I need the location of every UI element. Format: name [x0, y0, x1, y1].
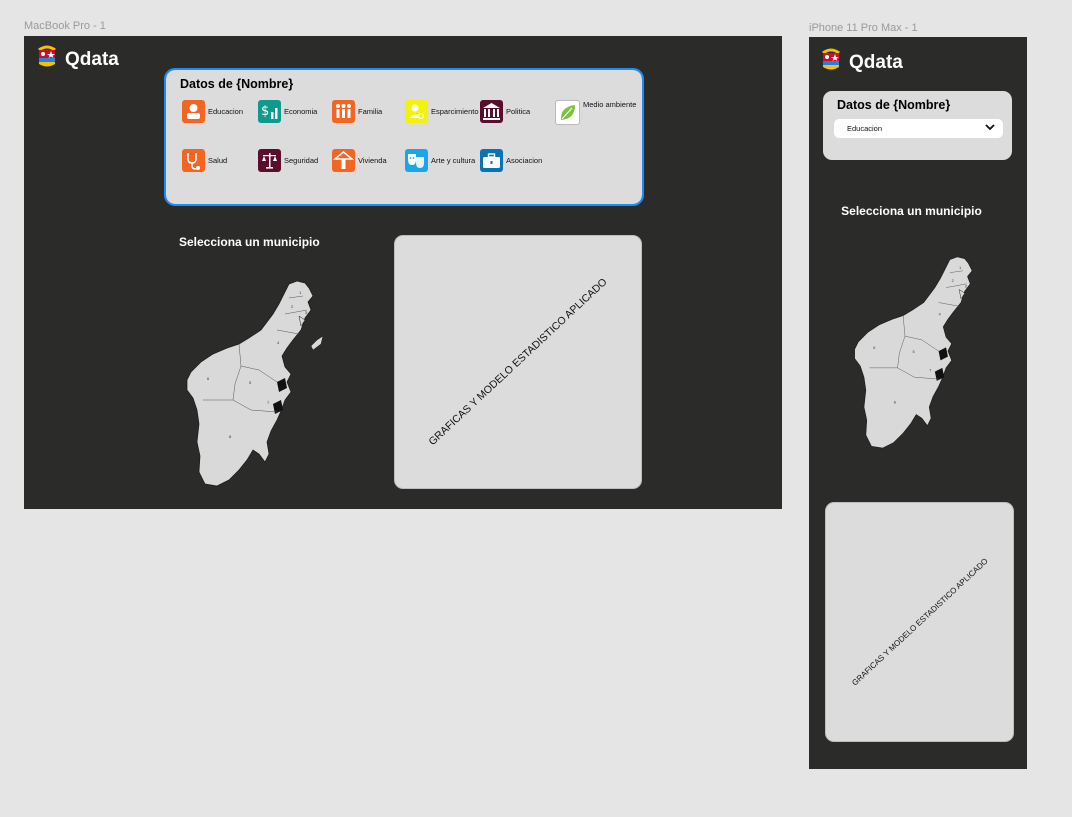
category-arte-y-cultura[interactable]: Arte y cultura [405, 149, 475, 172]
category-salud[interactable]: Salud [182, 149, 227, 172]
category-label: Salud [208, 156, 228, 165]
datos-card-mobile: Datos de {Nombre} Educacion [823, 91, 1012, 160]
category-familia[interactable]: Familia [332, 100, 382, 123]
chevron-down-icon [985, 124, 995, 133]
brand-name: Qdata [849, 51, 903, 73]
category-vivienda[interactable]: Vivienda [332, 149, 387, 172]
category-label: Vivienda [358, 156, 387, 165]
leaf-icon [555, 100, 580, 125]
category-economia[interactable]: $ Economia [258, 100, 317, 123]
graduate-icon [182, 100, 205, 123]
family-icon [332, 100, 355, 123]
municipality-map-mobile[interactable]: 1 2 3 4 5 6 7 8 [849, 247, 989, 457]
svg-text:5: 5 [912, 350, 914, 354]
category-label: Medio ambiente [583, 100, 637, 109]
category-label: Arte y cultura [431, 156, 476, 165]
category-label: Esparcimiento [431, 107, 479, 116]
category-esparcimiento[interactable]: Esparcimiento [405, 100, 479, 123]
card-title: Datos de {Nombre} [180, 77, 294, 91]
justice-scale-icon [258, 149, 281, 172]
government-building-icon [480, 100, 503, 123]
brand-name: Qdata [65, 48, 119, 70]
map-title: Selecciona un municipio [179, 235, 320, 249]
category-label: Educacion [208, 107, 244, 116]
svg-text:6: 6 [873, 346, 875, 350]
category-label: Politica [506, 107, 531, 116]
category-select[interactable]: Educacion [834, 119, 1003, 138]
category-educacion[interactable]: Educacion [182, 100, 243, 123]
state-emblem-icon [821, 48, 841, 77]
category-medio-ambiente[interactable]: Medio ambiente [555, 100, 636, 125]
chart-placeholder-text: GRAFICAS Y MODELO ESTADISTICO APLICADO [426, 276, 610, 448]
theater-masks-icon [405, 149, 428, 172]
category-seguridad[interactable]: Seguridad [258, 149, 318, 172]
svg-text:$: $ [261, 104, 269, 119]
category-label: Economia [284, 107, 318, 116]
money-chart-icon: $ [258, 100, 281, 123]
state-emblem-icon [37, 45, 57, 74]
category-select-value: Educacion [847, 124, 883, 133]
datos-card: Datos de {Nombre} Educacion $ Economia Fami… [164, 68, 644, 206]
category-label: Familia [358, 107, 383, 116]
svg-text:7: 7 [929, 369, 931, 373]
category-label: Asociacion [506, 156, 543, 165]
category-label: Seguridad [284, 156, 319, 165]
chart-panel-mobile[interactable]: GRAFICAS Y MODELO ESTADISTICO APLICADO [825, 502, 1014, 742]
map-title: Selecciona un municipio [841, 204, 982, 218]
category-asociacion[interactable]: Asociacion [480, 149, 542, 172]
category-politica[interactable]: Politica [480, 100, 530, 123]
frame-label-mobile: iPhone 11 Pro Max - 1 [809, 22, 918, 34]
mobile-artboard: Qdata Datos de {Nombre} Educacion Selecc… [809, 37, 1027, 769]
municipality-map[interactable]: 1 2 3 4 5 6 7 8 [181, 274, 331, 492]
house-icon [332, 149, 355, 172]
desktop-artboard: Qdata Datos de {Nombre} Educacion $ Econom… [24, 36, 782, 509]
chart-placeholder-text: GRAFICAS Y MODELO ESTADISTICO APLICADO [849, 556, 990, 688]
svg-text:1: 1 [959, 266, 961, 270]
svg-text:8: 8 [894, 400, 896, 404]
chart-panel[interactable]: GRAFICAS Y MODELO ESTADISTICO APLICADO [394, 235, 642, 489]
frame-label-desktop: MacBook Pro - 1 [24, 20, 106, 32]
leisure-icon [405, 100, 428, 123]
brand-mobile[interactable]: Qdata [821, 48, 903, 77]
card-title: Datos de {Nombre} [837, 98, 951, 112]
svg-text:3: 3 [965, 285, 967, 289]
stethoscope-icon [182, 149, 205, 172]
svg-text:4: 4 [939, 313, 941, 317]
briefcase-icon [480, 149, 503, 172]
brand[interactable]: Qdata [37, 45, 119, 74]
svg-text:2: 2 [952, 279, 954, 283]
